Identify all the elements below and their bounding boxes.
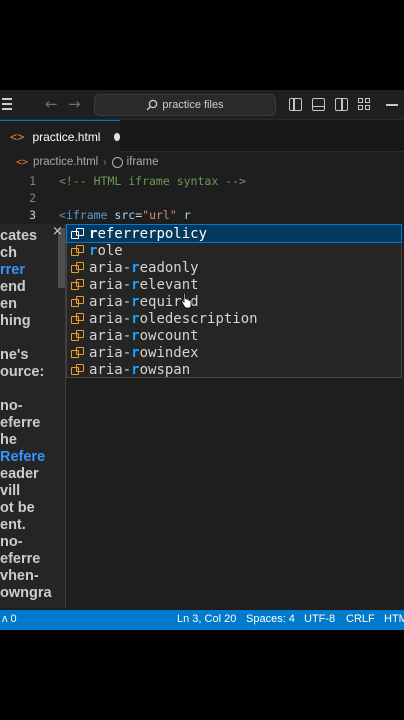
hover-docs-line: eader: [0, 466, 39, 482]
hover-docs-line: ource:: [0, 364, 45, 380]
suggestion-item[interactable]: aria-rowindex: [67, 344, 401, 361]
line-number: 3: [29, 208, 36, 222]
suggest-widget: referrerpolicy role aria-readonly aria-rele…: [66, 224, 402, 378]
suggestion-label: referrerpolicy: [89, 225, 208, 242]
line-number: 1: [29, 174, 36, 188]
suggestion-item[interactable]: role: [67, 242, 401, 259]
attribute-icon: [71, 227, 84, 240]
forward-arrow-icon[interactable]: →: [68, 95, 81, 113]
hover-docs-line: no-: [0, 534, 23, 550]
attribute-icon: [71, 261, 84, 274]
attribute-icon: [71, 329, 84, 342]
hover-docs-text: cates ch rrer end en hing ne's ource: no-eferr…: [0, 228, 65, 602]
status-cursor-position[interactable]: Ln 3, Col 20: [177, 613, 236, 625]
menu-icon[interactable]: [2, 98, 12, 113]
command-center-search[interactable]: practice files: [94, 94, 276, 116]
html-file-icon: <>: [10, 129, 25, 144]
vscode-window: ← → practice files <> practice.html <> p…: [0, 90, 404, 630]
hover-docs-line: eferre: [0, 415, 41, 431]
hover-docs-line: hing: [0, 313, 31, 329]
line-number: 2: [29, 191, 36, 205]
hover-docs-line: ent.: [0, 517, 26, 533]
toggle-secondary-sidebar-icon[interactable]: [335, 98, 348, 111]
status-bar: ʌ 0 Ln 3, Col 20 Spaces: 4 UTF-8 CRLF HT…: [0, 610, 404, 630]
toggle-panel-icon[interactable]: [312, 98, 325, 111]
hand-cursor-icon: [180, 293, 192, 309]
hover-docs-line: he: [0, 432, 17, 448]
tab-bar: <> practice.html: [0, 120, 404, 152]
title-bar: ← → practice files: [0, 90, 404, 120]
attribute-icon: [71, 363, 84, 376]
suggestion-item[interactable]: aria-roledescription: [67, 310, 401, 327]
suggestion-item[interactable]: referrerpolicy: [66, 224, 402, 243]
hover-docs-line: rrer: [0, 262, 25, 278]
hover-docs-line: end: [0, 279, 26, 295]
hover-docs-line: vill: [0, 483, 21, 499]
element-icon: [111, 156, 123, 168]
hover-docs-line: [0, 381, 65, 398]
suggestion-item[interactable]: aria-rowspan: [67, 361, 401, 378]
suggestion-item[interactable]: aria-relevant: [67, 276, 401, 293]
search-icon: [146, 99, 158, 111]
suggestion-label: aria-roledescription: [89, 310, 258, 327]
chevron-right-icon: ›: [103, 156, 107, 168]
breadcrumb: <> practice.html › iframe: [0, 152, 404, 172]
hover-docs-line: ch: [0, 245, 17, 261]
suggestion-item[interactable]: aria-required: [67, 293, 401, 310]
suggestion-label: role: [89, 242, 123, 259]
tab-label: practice.html: [32, 129, 101, 144]
status-indentation[interactable]: Spaces: 4: [246, 613, 295, 625]
hover-docs-line: owngra: [0, 585, 52, 601]
breadcrumb-element[interactable]: iframe: [127, 156, 159, 168]
back-arrow-icon[interactable]: ←: [45, 95, 58, 113]
hover-docs-line: vhen-: [0, 568, 39, 584]
attribute-icon: [71, 346, 84, 359]
status-encoding[interactable]: UTF-8: [304, 613, 335, 625]
search-label: practice files: [162, 99, 224, 111]
suggestion-label: aria-readonly: [89, 259, 199, 276]
hover-docs-panel: cates ch rrer end en hing ne's ource: no-eferr…: [0, 224, 66, 608]
status-eol[interactable]: CRLF: [346, 613, 375, 625]
hover-docs-line: ot be: [0, 500, 35, 516]
suggestion-label: aria-rowcount: [89, 327, 199, 344]
attribute-icon: [71, 312, 84, 325]
status-language[interactable]: HTML: [384, 613, 404, 625]
hover-docs-line: Refere: [0, 449, 46, 465]
hover-docs-line: eferre: [0, 551, 41, 567]
minimize-icon[interactable]: [386, 104, 398, 106]
code-line-3: <iframe src="url" r: [59, 208, 191, 222]
suggestion-label: aria-relevant: [89, 276, 199, 293]
attribute-icon: [71, 295, 84, 308]
hover-docs-line: ne's: [0, 347, 29, 363]
status-problems[interactable]: ʌ 0: [2, 613, 17, 625]
hover-docs-line: no-: [0, 398, 23, 414]
suggestion-label: aria-rowspan: [89, 361, 191, 378]
unsaved-dot-icon[interactable]: [114, 132, 120, 141]
hover-docs-line: en: [0, 296, 17, 312]
code-line-1: <!-- HTML iframe syntax -->: [59, 174, 246, 188]
tab-practice-html[interactable]: <> practice.html: [0, 120, 120, 152]
html-file-icon: <>: [16, 156, 29, 168]
attribute-icon: [71, 278, 84, 291]
toggle-primary-sidebar-icon[interactable]: [289, 98, 302, 111]
suggestion-item[interactable]: aria-readonly: [67, 259, 401, 276]
attribute-icon: [71, 244, 84, 257]
customize-layout-icon[interactable]: [358, 98, 372, 112]
hover-docs-line: [0, 330, 65, 347]
suggestion-label: aria-rowindex: [89, 344, 199, 361]
breadcrumb-file[interactable]: practice.html: [33, 156, 98, 168]
close-icon[interactable]: ×: [52, 224, 63, 239]
suggestion-item[interactable]: aria-rowcount: [67, 327, 401, 344]
